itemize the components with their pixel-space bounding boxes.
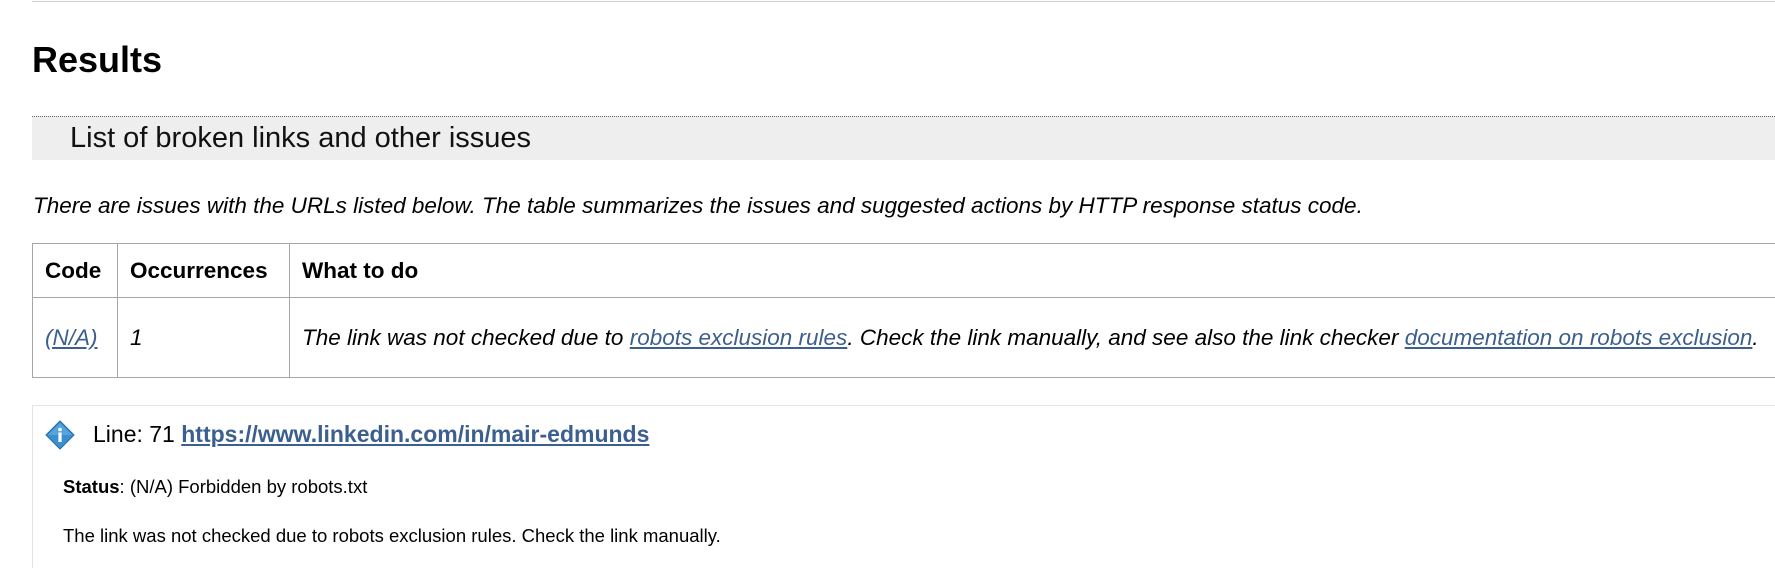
robots-documentation-link[interactable]: documentation on robots exclusion [1405,325,1753,350]
column-header-occurrences: Occurrences [117,243,290,298]
what-to-do-text-middle: . Check the link manually, and see also … [847,325,1405,350]
results-heading: Results [32,39,163,80]
status-label: Status [63,476,120,497]
robots-exclusion-rules-link[interactable]: robots exclusion rules [630,325,848,350]
summary-text: There are issues with the URLs listed be… [33,193,1363,218]
column-header-what-to-do: What to do [289,243,1775,298]
cell-code: (N/A) [32,297,118,378]
section-header: List of broken links and other issues [32,116,1775,160]
broken-url-link[interactable]: https://www.linkedin.com/in/mair-edmunds [181,421,649,447]
what-to-do-text-after: . [1752,325,1759,350]
link-detail-box: Line: 71 https://www.linkedin.com/in/mai… [32,405,1775,568]
top-divider [32,1,1775,2]
summary-table: Code Occurrences What to do (N/A) 1 The … [32,243,1775,378]
table-row: (N/A) 1 The link was not checked due to … [32,297,1775,378]
cell-what-to-do: The link was not checked due to robots e… [289,297,1775,378]
line-label: Line: 71 [93,421,175,447]
info-diamond-icon [45,420,75,450]
status-row: Status: (N/A) Forbidden by robots.txt [63,475,367,499]
column-header-code: Code [32,243,118,298]
code-link[interactable]: (N/A) [45,325,98,350]
status-value: : (N/A) Forbidden by robots.txt [119,476,368,497]
what-to-do-text-before: The link was not checked due to [302,325,630,350]
line-row: Line: 71 https://www.linkedin.com/in/mai… [93,419,649,449]
cell-occurrences: 1 [117,297,290,378]
section-title: List of broken links and other issues [70,122,532,154]
detail-message: The link was not checked due to robots e… [63,525,721,546]
table-header-row: Code Occurrences What to do [32,243,1775,298]
